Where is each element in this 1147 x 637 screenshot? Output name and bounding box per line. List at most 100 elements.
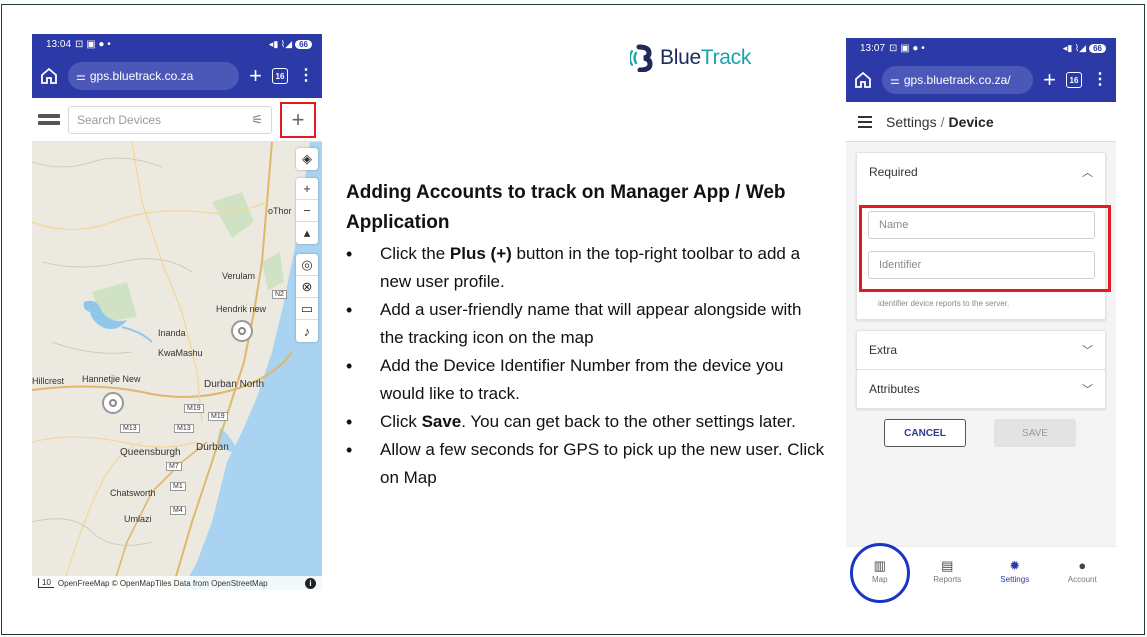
settings-header: Settings / Device	[846, 102, 1116, 142]
tabs-count-button[interactable]: 16	[272, 68, 288, 84]
layers-control: ◈	[296, 148, 318, 170]
scale-bar: 10	[38, 578, 54, 588]
url-text: gps.bluetrack.co.za	[89, 69, 194, 83]
required-label: Required	[869, 165, 918, 179]
kebab-menu-icon[interactable]: ⋮	[1092, 72, 1108, 88]
instructions: Adding Accounts to track on Manager App …	[346, 178, 826, 492]
map-label-n2: N2	[272, 290, 287, 299]
map-label-othor: oThor	[268, 206, 292, 216]
search-devices-input[interactable]: Search Devices ⚟	[68, 105, 272, 134]
zoom-out-icon[interactable]: −	[296, 200, 318, 222]
status-bar: 13:04 ⊡ ▣ ● • ◂▮ ⌇◢ 66	[32, 34, 322, 54]
extra-panel[interactable]: Extra ﹀	[856, 330, 1106, 370]
battery-icon: 66	[1089, 43, 1106, 53]
bluetrack-logo: BlueTrack	[630, 44, 751, 72]
instruction-item: Add a user-friendly name that will appea…	[346, 296, 826, 352]
new-tab-icon[interactable]: +	[1043, 69, 1056, 91]
map-label-hillcrest: Hillcrest	[32, 376, 65, 386]
nav-reports[interactable]: ▤ Reports	[917, 558, 977, 585]
form-actions: CANCEL SAVE	[856, 419, 1106, 447]
map-label-m13: M13	[120, 424, 140, 433]
zoom-in-icon[interactable]: +	[296, 178, 318, 200]
map-label-kwamashu: KwaMashu	[158, 348, 203, 358]
instruction-item: Click Save. You can get back to the othe…	[346, 408, 826, 436]
url-bar[interactable]: ⚌ gps.bluetrack.co.za	[68, 62, 240, 90]
url-text: gps.bluetrack.co.za/	[903, 73, 1011, 87]
map-label-queensburgh: Queensburgh	[120, 447, 181, 458]
kebab-menu-icon[interactable]: ⋮	[298, 68, 314, 84]
chevron-down-icon[interactable]: ﹀	[1082, 342, 1093, 358]
cancel-button[interactable]: CANCEL	[884, 419, 966, 447]
browser-bar: ⚌ gps.bluetrack.co.za + 16 ⋮	[32, 54, 322, 98]
compass-icon[interactable]: ▴	[296, 222, 318, 244]
notification-icons: ⊡ ▣ ● •	[889, 42, 925, 54]
instruction-item: Add the Device Identifier Number from th…	[346, 352, 826, 408]
instruction-item: Click the Plus (+) button in the top-rig…	[346, 240, 826, 296]
breadcrumb-settings[interactable]: Settings	[886, 114, 937, 130]
map-label-umlazi: Umlazi	[124, 514, 152, 524]
map-label-m13b: M13	[174, 424, 194, 433]
app-toolbar: Search Devices ⚟ +	[32, 98, 322, 142]
zoom-controls: + − ▴	[296, 178, 318, 244]
menu-icon[interactable]	[858, 115, 872, 128]
device-marker[interactable]	[102, 392, 124, 414]
save-button[interactable]: SAVE	[994, 419, 1076, 447]
map-view[interactable]: oThor Verulam Hendrik new Inanda KwaMash…	[32, 142, 322, 590]
device-marker[interactable]	[231, 320, 253, 342]
map-label-chatsworth: Chatsworth	[110, 488, 156, 498]
map-label-inanda: Inanda	[158, 328, 186, 338]
device-list-icon[interactable]	[38, 114, 60, 125]
extra-label: Extra	[869, 343, 898, 357]
map-label-verulam: Verulam	[222, 271, 256, 281]
site-settings-icon[interactable]: ⚌	[76, 70, 86, 83]
required-header[interactable]: Required ︿	[857, 153, 1105, 191]
map-label-m19: M19	[184, 404, 204, 413]
nav-account[interactable]: ● Account	[1052, 558, 1112, 585]
notification-icons: ⊡ ▣ ● •	[75, 38, 111, 50]
breadcrumb: Settings / Device	[886, 113, 994, 130]
map-label-hannetjie: Hannetjie New	[82, 374, 141, 384]
map-label-m1: M1	[170, 482, 186, 491]
gear-icon: ✹	[1009, 558, 1021, 573]
account-icon: ●	[1078, 558, 1087, 573]
card-icon[interactable]: ▭	[296, 298, 318, 320]
instruction-item: Allow a few seconds for GPS to pick up t…	[346, 436, 826, 492]
layers-icon[interactable]: ◈	[296, 148, 318, 170]
map-label-durban-north: Durban North	[204, 379, 265, 390]
map-nav-highlight-circle	[850, 543, 910, 603]
home-icon[interactable]	[854, 71, 872, 89]
map-label-m19b: M19	[208, 412, 228, 421]
bluetrack-logo-icon	[630, 44, 653, 72]
reports-icon: ▤	[941, 558, 954, 573]
map-label-hendrik: Hendrik new	[216, 304, 267, 314]
filter-icon[interactable]: ⚟	[251, 112, 263, 128]
search-placeholder: Search Devices	[77, 112, 162, 127]
brand-name: BlueTrack	[660, 46, 752, 69]
identifier-helper-text: identifier device reports to the server.	[878, 299, 1010, 308]
battery-icon: 66	[295, 39, 312, 49]
chevron-down-icon[interactable]: ﹀	[1082, 381, 1093, 397]
status-bar: 13:07 ⊡ ▣ ● • ◂▮ ⌇◢ 66	[846, 38, 1116, 58]
info-icon[interactable]: i	[305, 577, 316, 589]
url-bar[interactable]: ⚌ gps.bluetrack.co.za/	[882, 66, 1034, 94]
add-device-button[interactable]: +	[280, 101, 316, 138]
map-label-m7: M7	[166, 462, 182, 471]
tabs-count-button[interactable]: 16	[1066, 72, 1082, 88]
nav-settings[interactable]: ✹ Settings	[985, 558, 1045, 585]
home-icon[interactable]	[40, 67, 58, 85]
chevron-up-icon[interactable]: ︿	[1082, 164, 1093, 180]
browser-bar: ⚌ gps.bluetrack.co.za/ + 16 ⋮	[846, 58, 1116, 102]
signal-icon: ◂▮ ⌇◢	[268, 38, 293, 49]
site-settings-icon[interactable]: ⚌	[890, 74, 900, 87]
map-label-m4: M4	[170, 506, 186, 515]
map-label-durban: Durban	[196, 442, 229, 453]
device-settings-form: Required ︿ Name Identifier identifier de…	[846, 142, 1116, 546]
highlight-box	[859, 205, 1111, 292]
attributes-label: Attributes	[869, 382, 920, 396]
locate-icon[interactable]: ◎	[296, 254, 318, 276]
signal-icon: ◂▮ ⌇◢	[1062, 42, 1087, 53]
geofence-icon[interactable]: ⊗	[296, 276, 318, 298]
attributes-panel[interactable]: Attributes ﹀	[856, 370, 1106, 409]
notifications-bell-icon[interactable]: ♪	[296, 320, 318, 342]
new-tab-icon[interactable]: +	[249, 65, 262, 87]
